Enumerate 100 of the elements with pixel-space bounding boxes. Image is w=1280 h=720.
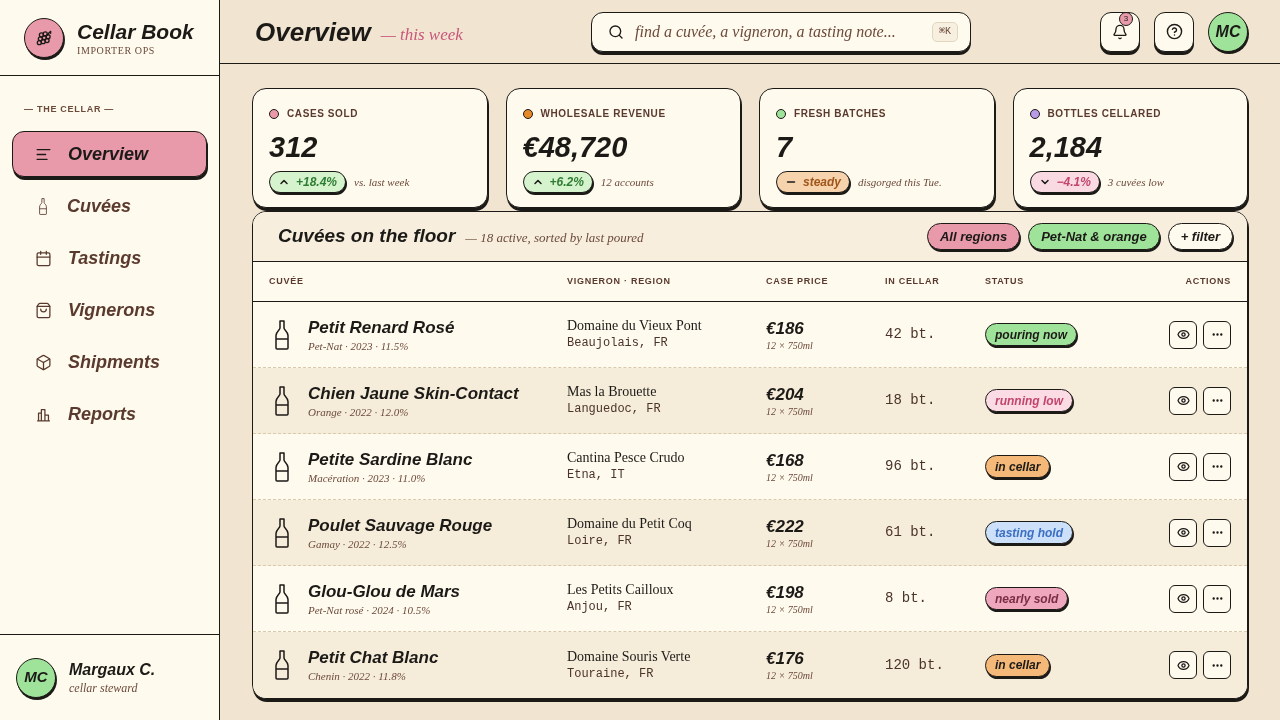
stat-note: vs. last week [354, 174, 410, 190]
user-avatar: MC [16, 657, 56, 698]
cuvee-details: Gamay · 2022 · 12.5% [308, 536, 408, 551]
notifications-button[interactable]: 3 [1100, 11, 1140, 52]
more-button[interactable] [1203, 518, 1231, 547]
region: Beaujolais, FR [567, 335, 669, 352]
case-price: €204 [766, 383, 805, 405]
cuvee-name: Poulet Sauvage Rouge [308, 514, 493, 537]
view-button[interactable] [1169, 518, 1197, 547]
cuvee-name: Chien Jaune Skin-Contact [308, 382, 519, 405]
wine-bottle-icon [275, 516, 289, 549]
column-header: STATUS [985, 274, 1024, 288]
stock-count: 42 bt. [885, 325, 936, 344]
trend-badge: +6.2% [522, 171, 593, 193]
user-name: Margaux C. [69, 659, 156, 680]
section-label: — THE CELLAR — [24, 104, 115, 114]
case-price: €222 [766, 515, 805, 537]
bag-icon [35, 301, 52, 319]
table-subtitle: — 18 active, sorted by last poured [465, 229, 644, 248]
vigneron-name: Mas la Brouette [567, 383, 658, 401]
status-tag: nearly sold [985, 587, 1069, 610]
case-format: 12 × 750ml [766, 338, 814, 352]
help-button[interactable] [1154, 11, 1194, 52]
add-filter-button[interactable]: + filter [1167, 223, 1233, 250]
status-tag: in cellar [985, 455, 1051, 478]
box-icon [35, 353, 52, 371]
cuvee-details: Macération · 2023 · 11.0% [308, 470, 427, 485]
column-header: VIGNERON · REGION [567, 274, 671, 288]
region: Loire, FR [567, 533, 633, 550]
column-header: CUVÉE [269, 274, 304, 288]
user-role: cellar steward [69, 679, 139, 696]
region: Touraine, FR [567, 665, 655, 683]
nav-item[interactable]: Tastings [12, 235, 207, 281]
table-title: Cuvées on the floor [278, 224, 456, 249]
wine-bottle-icon [275, 649, 289, 681]
user-avatar-button[interactable]: MC [1208, 11, 1248, 52]
view-button[interactable] [1169, 584, 1197, 613]
nav-item[interactable]: Reports [12, 391, 207, 437]
wine-bottle-icon [275, 318, 289, 351]
status-tag: running low [985, 389, 1073, 412]
stock-count: 120 bt. [885, 655, 944, 675]
view-button[interactable] [1169, 320, 1197, 349]
column-header: CASE PRICE [766, 274, 829, 288]
eye-icon [1176, 394, 1190, 407]
eye-icon [1176, 658, 1190, 672]
page-subtitle: — this week [380, 23, 463, 46]
cuvee-name: Petite Sardine Blanc [308, 448, 473, 471]
case-price: €186 [766, 317, 805, 339]
case-price: €168 [766, 449, 805, 471]
stat-note: 12 accounts [600, 174, 654, 190]
vigneron-name: Domaine du Vieux Pont [567, 317, 703, 335]
wine-bottle-icon [275, 582, 289, 615]
stat-value: 7 [776, 130, 795, 165]
nav-item[interactable]: Shipments [12, 339, 207, 385]
trend-badge: +18.4% [269, 171, 347, 193]
stat-label: FRESH BATCHES [794, 107, 887, 121]
view-button[interactable] [1169, 452, 1197, 481]
case-format: 12 × 750ml [766, 470, 814, 484]
more-button[interactable] [1203, 386, 1231, 415]
more-button[interactable] [1203, 651, 1231, 679]
search-icon [608, 23, 624, 40]
region: Anjou, FR [567, 599, 633, 616]
stat-label: WHOLESALE REVENUE [540, 107, 666, 121]
filter-chip[interactable]: Pet-Nat & orange [1028, 223, 1160, 250]
eye-icon [1176, 328, 1190, 341]
column-header: IN CELLAR [885, 274, 940, 288]
status-tag: in cellar [985, 653, 1051, 677]
vigneron-name: Domaine Souris Verte [567, 647, 692, 666]
nav-item[interactable]: Cuvées [12, 183, 207, 229]
nav-item[interactable]: Vignerons [12, 287, 207, 333]
cuvee-details: Chenin · 2022 · 11.8% [308, 669, 407, 683]
eye-icon [1176, 460, 1190, 473]
stock-count: 8 bt. [885, 589, 927, 608]
help-icon [1165, 23, 1183, 40]
nav-item[interactable]: Overview [12, 131, 207, 177]
more-button[interactable] [1203, 320, 1231, 349]
stat-label: BOTTLES CELLARED [1047, 107, 1161, 121]
case-price: €176 [766, 648, 805, 669]
stat-value: €48,720 [522, 130, 629, 165]
stat-value: 2,184 [1029, 130, 1104, 165]
region: Etna, IT [567, 467, 626, 484]
stat-note: disgorged this Tue. [858, 174, 942, 190]
bell-icon [1112, 23, 1128, 40]
filter-chip[interactable]: All regions [926, 223, 1021, 250]
view-button[interactable] [1169, 386, 1197, 415]
stock-count: 18 bt. [885, 391, 936, 410]
bottle-icon [37, 197, 49, 215]
cuvee-details: Orange · 2022 · 12.0% [308, 404, 410, 419]
stat-label: CASES SOLD [287, 107, 358, 121]
vigneron-name: Les Petits Cailloux [567, 581, 675, 599]
notification-badge: 3 [1119, 11, 1133, 26]
more-button[interactable] [1203, 584, 1231, 613]
case-format: 12 × 750ml [766, 536, 814, 550]
column-header: ACTIONS [1185, 274, 1231, 288]
eye-icon [1176, 526, 1190, 539]
page-title: Overview [255, 15, 371, 49]
calendar-icon [35, 249, 52, 267]
more-button[interactable] [1203, 452, 1231, 481]
view-button[interactable] [1169, 651, 1197, 679]
region: Languedoc, FR [567, 401, 662, 418]
